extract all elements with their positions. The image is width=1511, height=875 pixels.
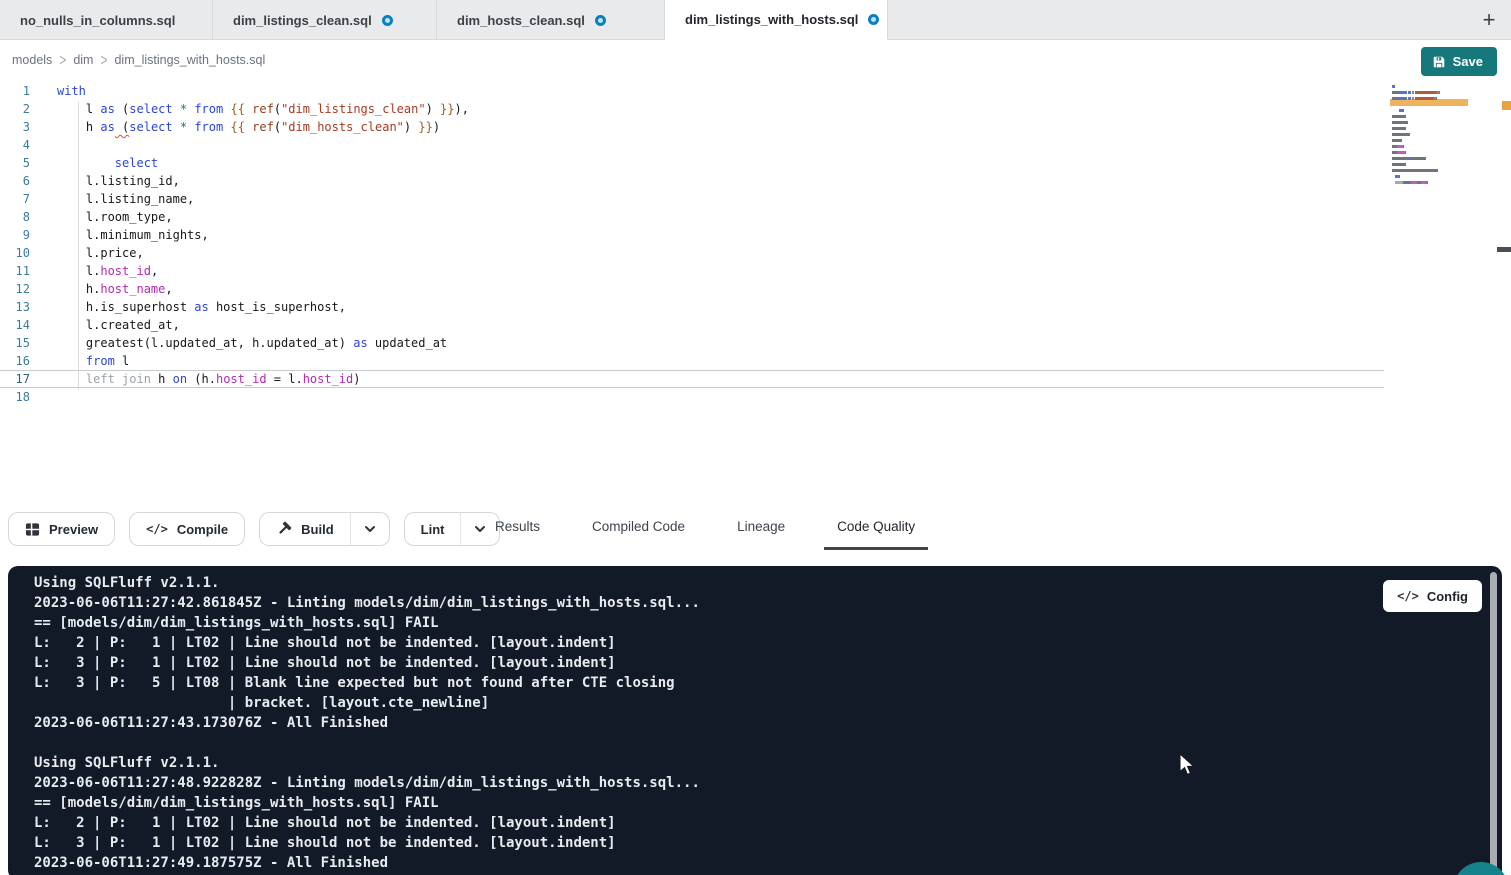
code-line[interactable]: 17 left join h on (h.host_id = l.host_id… (0, 370, 1384, 388)
tab-label: dim_listings_clean.sql (233, 13, 372, 28)
table-grid-icon (25, 522, 40, 537)
breadcrumb-file: dim_listings_with_hosts.sql (114, 53, 265, 67)
code-line[interactable]: 14 l.created_at, (0, 316, 1384, 334)
code-icon: </> (146, 522, 168, 536)
code-lines[interactable]: 1with2 l as (select * from {{ ref("dim_l… (0, 82, 1384, 406)
floppy-icon (1432, 55, 1446, 69)
code-icon: </> (1397, 589, 1419, 603)
tab-dim-hosts-clean[interactable]: dim_hosts_clean.sql (437, 0, 665, 40)
line-number: 2 (0, 100, 30, 118)
code-line[interactable]: 6 l.listing_id, (0, 172, 1384, 190)
line-number: 18 (0, 388, 30, 406)
line-number: 4 (0, 136, 30, 154)
code-line[interactable]: 9 l.minimum_nights, (0, 226, 1384, 244)
tab-label: dim_listings_with_hosts.sql (685, 12, 858, 27)
dbt-cloud-ide: no_nulls_in_columns.sql dim_listings_cle… (0, 0, 1511, 875)
unsaved-changes-icon (595, 15, 606, 26)
line-number: 3 (0, 118, 30, 136)
tab-code-quality[interactable]: Code Quality (824, 506, 928, 550)
tab-no-nulls-in-columns[interactable]: no_nulls_in_columns.sql (0, 0, 213, 40)
line-number: 14 (0, 316, 30, 334)
compile-label: Compile (177, 522, 228, 537)
action-buttons: Preview </> Compile Build (8, 512, 500, 546)
line-number: 1 (0, 82, 30, 100)
line-number: 5 (0, 154, 30, 172)
code-line[interactable]: 11 l.host_id, (0, 262, 1384, 280)
panel-tabs: Results Compiled Code Lineage Code Quali… (482, 506, 928, 553)
tab-lineage[interactable]: Lineage (724, 506, 798, 550)
code-line[interactable]: 3 h as (select * from {{ ref("dim_hosts_… (0, 118, 1384, 136)
tab-dim-listings-clean[interactable]: dim_listings_clean.sql (213, 0, 437, 40)
breadcrumb: models > dim > dim_listings_with_hosts.s… (12, 41, 265, 79)
code-line[interactable]: 8 l.room_type, (0, 208, 1384, 226)
line-number: 7 (0, 190, 30, 208)
line-number: 17 (0, 371, 30, 387)
build-dropdown-button[interactable] (350, 512, 390, 546)
breadcrumb-models[interactable]: models (12, 53, 52, 67)
line-number: 11 (0, 262, 30, 280)
code-line[interactable]: 16 from l (0, 352, 1384, 370)
new-tab-button[interactable]: + (1467, 0, 1511, 40)
plus-icon: + (1483, 7, 1496, 33)
unsaved-changes-icon (382, 15, 393, 26)
build-button-group: Build (259, 512, 390, 546)
line-number: 6 (0, 172, 30, 190)
terminal-output: Using SQLFluff v2.1.1. 2023-06-06T11:27:… (34, 573, 700, 873)
unsaved-changes-icon (868, 14, 879, 25)
config-button[interactable]: </> Config (1383, 580, 1482, 612)
save-button[interactable]: Save (1421, 47, 1497, 76)
config-label: Config (1427, 589, 1468, 604)
file-header-bar: models > dim > dim_listings_with_hosts.s… (0, 41, 1511, 79)
build-button[interactable]: Build (259, 512, 350, 546)
code-line[interactable]: 18 (0, 388, 1384, 406)
tab-compiled-code[interactable]: Compiled Code (579, 506, 698, 550)
tab-results[interactable]: Results (482, 506, 553, 550)
terminal-panel: Using SQLFluff v2.1.1. 2023-06-06T11:27:… (8, 566, 1502, 875)
terminal-scrollbar[interactable] (1490, 572, 1497, 872)
save-label: Save (1453, 54, 1483, 69)
line-number: 16 (0, 352, 30, 370)
breadcrumb-dim[interactable]: dim (73, 53, 93, 67)
overview-ruler-warning-marker (1502, 101, 1511, 110)
tab-label: dim_hosts_clean.sql (457, 13, 585, 28)
chevron-down-icon (362, 521, 378, 537)
preview-label: Preview (49, 522, 98, 537)
code-line[interactable]: 13 h.is_superhost as host_is_superhost, (0, 298, 1384, 316)
build-label: Build (301, 522, 334, 537)
tab-dim-listings-with-hosts[interactable]: dim_listings_with_hosts.sql (665, 0, 888, 40)
line-number: 13 (0, 298, 30, 316)
code-line[interactable]: 4 (0, 136, 1384, 154)
line-number: 10 (0, 244, 30, 262)
line-number: 12 (0, 280, 30, 298)
lint-button[interactable]: Lint (404, 512, 461, 546)
chevron-right-icon: > (100, 50, 107, 70)
lint-label: Lint (421, 522, 445, 537)
action-toolbar: Preview </> Compile Build (0, 506, 1511, 553)
code-editor[interactable]: 1with2 l as (select * from {{ ref("dim_l… (0, 80, 1511, 506)
line-number: 8 (0, 208, 30, 226)
hammer-icon (276, 521, 292, 537)
code-line[interactable]: 5 select (0, 154, 1384, 172)
tab-label: no_nulls_in_columns.sql (20, 13, 175, 28)
code-line[interactable]: 7 l.listing_name, (0, 190, 1384, 208)
code-line[interactable]: 1with (0, 82, 1384, 100)
tab-bar: no_nulls_in_columns.sql dim_listings_cle… (0, 0, 1511, 40)
line-number: 9 (0, 226, 30, 244)
line-number: 15 (0, 334, 30, 352)
code-line[interactable]: 10 l.price, (0, 244, 1384, 262)
code-line[interactable]: 2 l as (select * from {{ ref("dim_listin… (0, 100, 1384, 118)
code-line[interactable]: 15 greatest(l.updated_at, h.updated_at) … (0, 334, 1384, 352)
preview-button[interactable]: Preview (8, 512, 115, 546)
code-line[interactable]: 12 h.host_name, (0, 280, 1384, 298)
overview-ruler-marker (1497, 247, 1511, 252)
minimap[interactable] (1392, 85, 1466, 193)
compile-button[interactable]: </> Compile (129, 512, 245, 546)
chevron-right-icon: > (59, 50, 66, 70)
